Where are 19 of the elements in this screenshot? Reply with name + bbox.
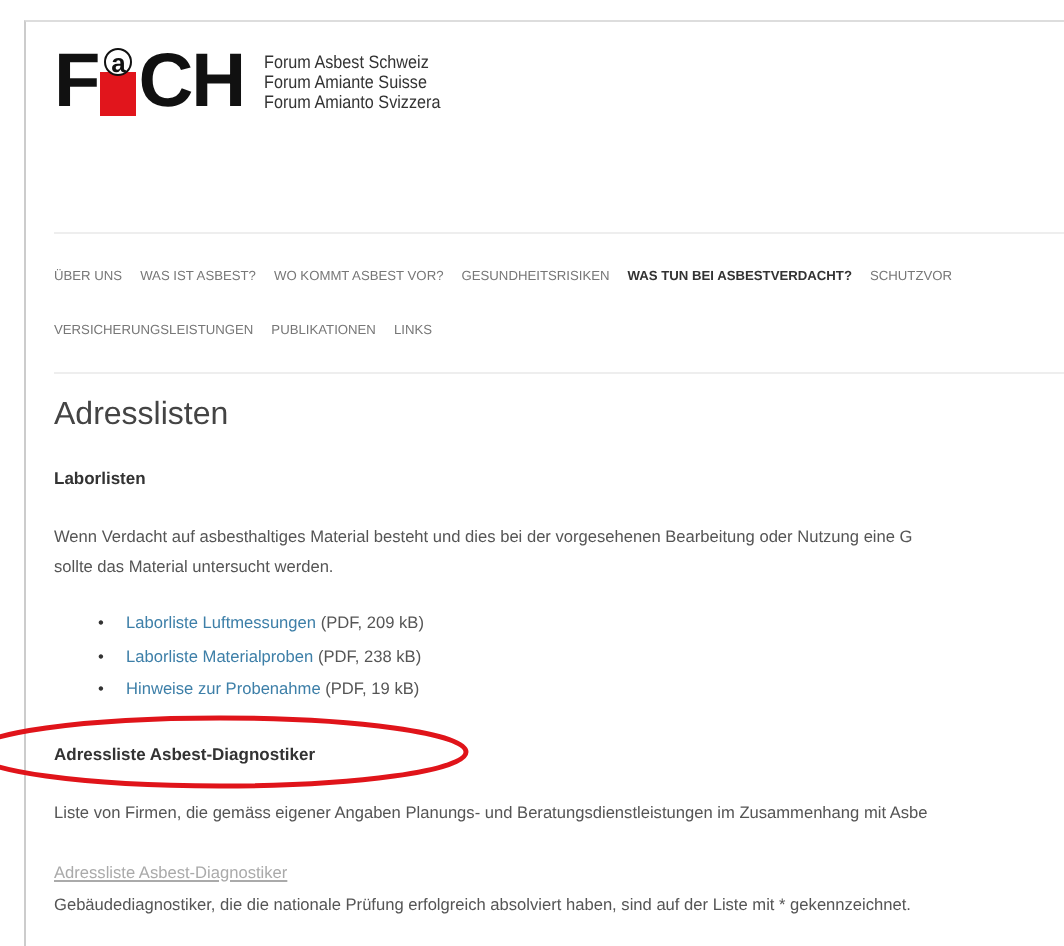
paragraph: Wenn Verdacht auf asbesthaltiges Material besteht und dies bei der vorgesehenen Bearbeitung oder Nutzung eine G sollte das Material untersucht werden. <box>54 524 915 580</box>
download-link[interactable]: Laborliste Luftmessungen <box>126 612 317 632</box>
bullet: • <box>98 610 106 636</box>
download-link[interactable]: Hinweise zur Probenahme <box>126 678 321 698</box>
logo-tagline: Forum Amiante Suisse <box>264 72 430 92</box>
download-link[interactable]: Laborliste Materialproben <box>126 645 314 665</box>
section-heading: Laborlisten <box>54 468 146 488</box>
file-info: (PDF, 238 kB) <box>317 645 422 665</box>
file-info: (PDF, 19 kB) <box>325 678 420 698</box>
list-link[interactable]: Adressliste Asbest-Diagnostiker <box>54 861 288 881</box>
logo-tagline: Forum Amianto Svizzera <box>264 92 441 112</box>
page-title: Adresslisten <box>54 398 231 434</box>
logo-tagline: Forum Asbest Schweiz <box>264 52 431 72</box>
file-info: (PDF, 209 kB) <box>320 612 424 632</box>
section-heading: Adressliste Asbest-Diagnostiker <box>54 743 316 763</box>
paragraph: Liste von Firmen, die gemäss eigener Angaben Planungs- und Beratungsdienstleistungen im Zusammenhang mit Asbe <box>54 799 930 826</box>
bullet: • <box>98 676 106 702</box>
bullet: • <box>98 643 106 669</box>
note-text: Gebäudediagnostiker, die die nationale Prüfung erfolgreich absolviert haben, sind auf der Liste mit * gekennzeichnet. <box>54 893 913 913</box>
